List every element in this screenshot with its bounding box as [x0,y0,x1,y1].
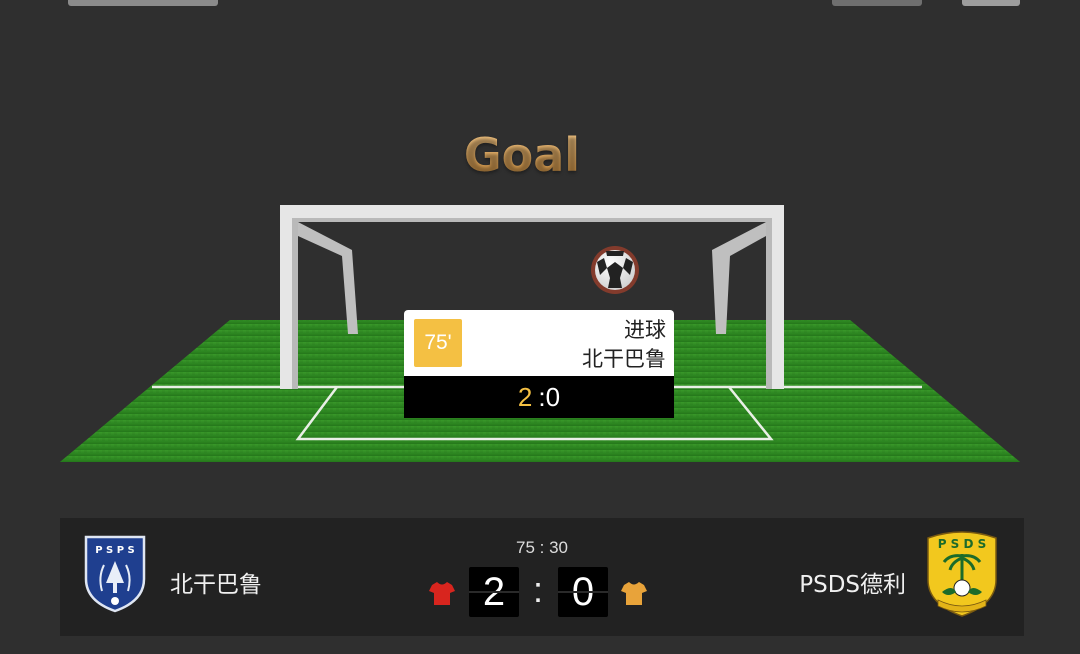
event-score-home: 2 [517,382,533,412]
event-type-label: 进球 [624,318,666,342]
home-score: 2 [469,567,519,617]
away-team-name: PSDS德利 [799,572,906,598]
away-team-crest-icon: P S D S [927,531,997,617]
svg-text:P S D S: P S D S [938,537,987,551]
score-separator: : [532,569,543,610]
event-score-away: 0 [545,382,561,412]
match-clock: 75 : 30 [516,538,568,557]
event-card-header: 75' 进球 北干巴鲁 [404,310,674,376]
scoreboard: P S P S 北干巴鲁 75 : 30 2 : 0 PSDS德利 P S D … [60,518,1024,636]
match-animation-screen: Goal 75' 进球 北干巴鲁 2:0 P S P S 北干巴鲁 75 : 3… [0,0,1080,654]
away-jersey-icon [621,582,647,605]
event-score-separator: : [538,382,546,412]
event-team-label: 北干巴鲁 [582,347,666,371]
goal-event-card: 75' 进球 北干巴鲁 2:0 [404,310,674,418]
event-score: 2:0 [404,376,674,418]
soccer-ball-icon [591,246,639,294]
home-jersey-icon [429,582,455,605]
event-title: Goal [0,128,1062,182]
away-score: 0 [558,567,608,617]
event-minute-badge: 75' [414,319,462,367]
home-team-name: 北干巴鲁 [170,572,262,598]
